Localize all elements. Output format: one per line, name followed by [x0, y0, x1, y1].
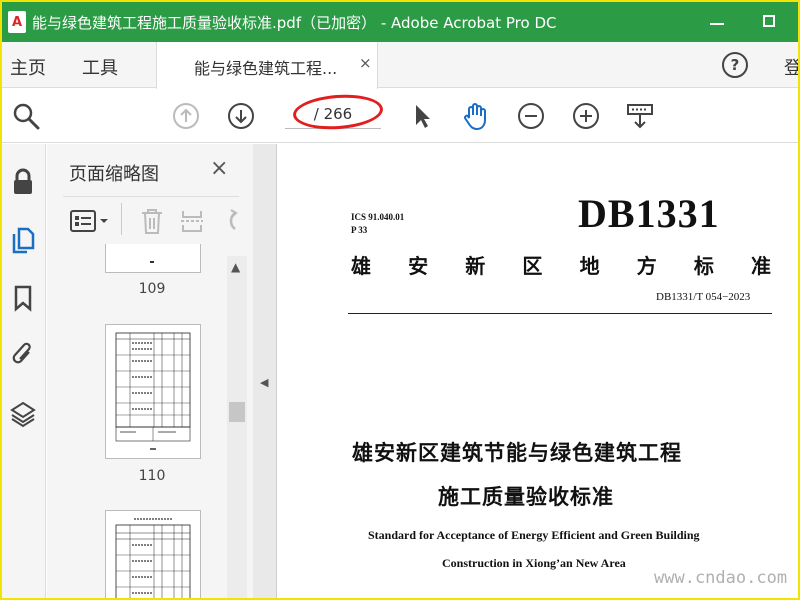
search-icon[interactable] — [10, 100, 42, 132]
lock-icon[interactable] — [9, 168, 37, 196]
bookmark-icon[interactable] — [9, 284, 37, 312]
minimize-button[interactable] — [706, 10, 728, 32]
pdf-logo-icon: A — [8, 11, 26, 33]
thumbnail-scrollbar[interactable]: ▲ — [227, 256, 247, 598]
acrobat-window: A 能与绿色建筑工程施工质量验收标准.pdf（已加密） - Adobe Acro… — [2, 2, 798, 598]
navigation-rail — [2, 144, 46, 598]
document-title-line-2: 施工质量验收标准 — [438, 485, 614, 509]
select-pointer-icon[interactable] — [406, 100, 438, 132]
ccs-number: P 33 — [351, 225, 368, 235]
header-rule — [348, 313, 772, 314]
thumbnail-page-number: 110 — [138, 468, 166, 484]
window-title: 能与绿色建筑工程施工质量验收标准.pdf（已加密） - Adobe Acroba… — [32, 13, 557, 32]
page-thumbnails-panel: 页面缩略图 × 109 110 ▲ — [47, 144, 253, 598]
standard-category: 雄 安 新 区 地 方 标 准 — [351, 254, 771, 278]
standard-code: DB1331 — [578, 191, 720, 236]
document-title-line-1: 雄安新区建筑节能与绿色建筑工程 — [352, 441, 682, 465]
panel-collapse-strip[interactable]: ◀ — [253, 144, 277, 598]
document-tab-label: 能与绿色建筑工程... — [194, 59, 338, 78]
title-bar: A 能与绿色建筑工程施工质量验收标准.pdf（已加密） - Adobe Acro… — [2, 2, 798, 42]
ics-number: ICS 91.040.01 — [351, 212, 405, 222]
scrollbar-thumb[interactable] — [229, 402, 245, 422]
page-thumbnails-icon[interactable] — [9, 226, 37, 254]
hand-tool-icon[interactable] — [459, 100, 491, 132]
document-page: ICS 91.040.01 P 33 DB1331 雄 安 新 区 地 方 标 … — [278, 144, 798, 598]
attachment-icon[interactable] — [9, 340, 37, 368]
home-tab[interactable]: 主页 — [10, 54, 46, 80]
menu-bar: 主页 工具 能与绿色建筑工程... × ? 登 — [2, 42, 798, 89]
panel-title: 页面缩略图 — [69, 164, 159, 185]
tools-tab[interactable]: 工具 — [82, 54, 118, 80]
thumbnail-list: 109 110 — [47, 244, 227, 598]
panel-toolbar — [63, 196, 239, 240]
help-icon[interactable]: ? — [722, 52, 748, 78]
zoom-out-icon[interactable] — [515, 100, 547, 132]
toolbar: / 266 — [2, 89, 798, 143]
rotate-page-icon[interactable] — [221, 207, 239, 239]
close-tab-icon[interactable]: × — [359, 54, 372, 72]
extract-page-icon[interactable] — [179, 207, 205, 239]
collapse-left-icon[interactable]: ◀ — [260, 376, 268, 389]
sign-in-link[interactable]: 登 — [784, 54, 798, 80]
standard-number: DB1331/T 054−2023 — [656, 291, 751, 303]
page-thumbnail-selected[interactable] — [105, 324, 201, 459]
thumbnail-options-icon[interactable] — [69, 209, 113, 237]
page-thumbnail[interactable] — [105, 244, 201, 273]
close-panel-icon[interactable]: × — [210, 156, 228, 181]
layers-icon[interactable] — [9, 400, 37, 428]
toolbar-divider — [121, 203, 122, 235]
delete-page-icon[interactable] — [139, 207, 165, 239]
zoom-in-icon[interactable] — [570, 100, 602, 132]
scroll-mode-icon[interactable] — [624, 100, 656, 132]
page-down-icon[interactable] — [225, 100, 257, 132]
page-up-icon[interactable] — [170, 100, 202, 132]
page-thumbnail[interactable] — [105, 510, 201, 598]
thumbnail-page-number: 109 — [138, 281, 166, 297]
site-watermark: www.cndao.com — [654, 568, 788, 588]
english-title-line-2: Construction in Xiong’an New Area — [442, 556, 626, 570]
maximize-button[interactable] — [758, 10, 780, 32]
ics-code: ICS 91.040.01 P 33 — [351, 211, 404, 237]
scroll-up-icon[interactable]: ▲ — [231, 260, 240, 274]
document-tab[interactable]: 能与绿色建筑工程... × — [156, 42, 378, 89]
english-title-line-1: Standard for Acceptance of Energy Effici… — [368, 528, 700, 542]
